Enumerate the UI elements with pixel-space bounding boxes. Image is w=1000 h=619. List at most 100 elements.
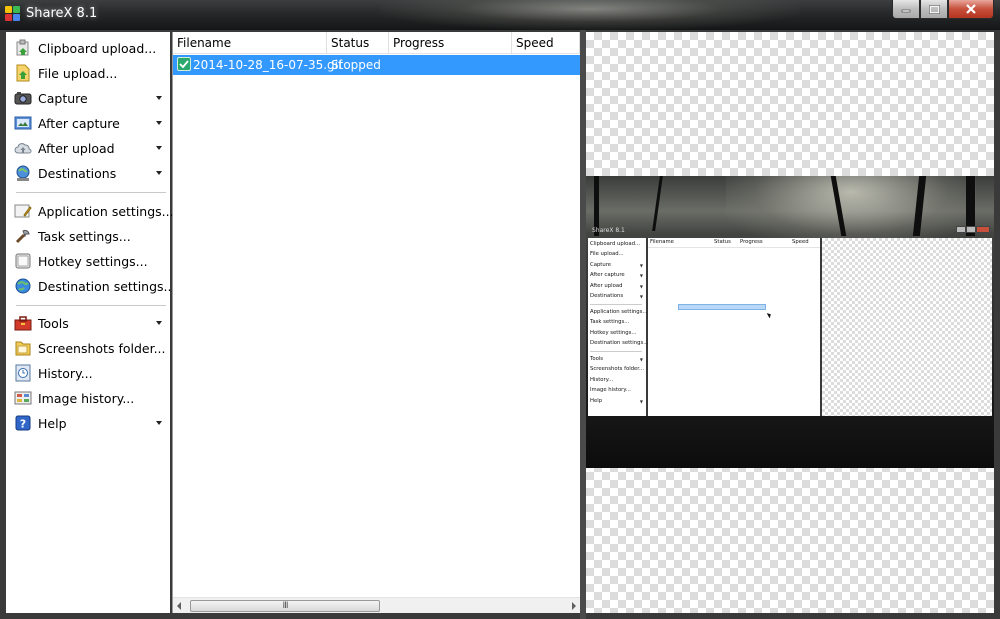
application-settings-icon	[14, 204, 32, 218]
sidebar-item-label: File upload...	[38, 65, 118, 81]
mini-menu-item: Capture	[590, 262, 612, 268]
mini-column-header: Speed	[792, 239, 809, 245]
chevron-down-icon	[156, 146, 162, 150]
mini-menu-item: Destinations	[590, 293, 624, 299]
column-header-speed[interactable]: Speed	[512, 32, 580, 54]
sidebar-item-label: Hotkey settings...	[38, 253, 148, 269]
sidebar-item-after-capture[interactable]: After capture	[10, 112, 166, 134]
menu-separator	[16, 192, 166, 193]
mini-menu-item: Destination settings...	[590, 340, 649, 346]
column-header-status[interactable]: Status	[327, 32, 389, 54]
sidebar-item-label: After capture	[38, 115, 120, 131]
column-header-filename[interactable]: Filename	[173, 32, 327, 54]
mini-preview	[822, 238, 992, 416]
sidebar-item-history[interactable]: History...	[10, 362, 166, 384]
close-button[interactable]	[948, 0, 994, 19]
sidebar-item-capture[interactable]: Capture	[10, 87, 166, 109]
minimize-button[interactable]	[892, 0, 920, 19]
sidebar-item-label: Task settings...	[38, 228, 131, 244]
window-title: ShareX 8.1	[26, 6, 98, 21]
mini-menu-item: Clipboard upload...	[590, 241, 641, 247]
history-icon	[15, 364, 31, 382]
mini-arrow-icon: ▼	[639, 263, 643, 268]
horizontal-scrollbar[interactable]: III	[173, 597, 580, 613]
sidebar-item-clipboard-upload[interactable]: Clipboard upload...	[10, 37, 166, 59]
mini-window: Clipboard upload... File upload... Captu…	[588, 238, 992, 416]
sidebar-item-destination-settings[interactable]: Destination settings...	[10, 275, 175, 297]
sidebar-item-application-settings[interactable]: Application settings...	[10, 200, 174, 222]
mini-arrow-icon: ▼	[639, 273, 643, 278]
sidebar-item-help[interactable]: ? Help	[10, 412, 166, 434]
mini-column-header: Progress	[740, 239, 763, 245]
title-bar: ShareX 8.1	[0, 0, 1000, 30]
sidebar-item-after-upload[interactable]: After upload	[10, 137, 166, 159]
sidebar-item-task-settings[interactable]: Task settings...	[10, 225, 166, 247]
mini-header-line	[648, 247, 820, 248]
wrench-icon	[15, 229, 30, 244]
sidebar-item-label: Clipboard upload...	[38, 40, 157, 56]
mini-title-bar: ShareX 8.1	[588, 226, 994, 238]
chevron-down-icon	[156, 171, 162, 175]
title-bar-background	[380, 0, 800, 30]
mini-task-list: Filename Status Progress Speed	[648, 238, 820, 416]
mini-menu-item: Hotkey settings...	[590, 330, 637, 336]
close-icon	[966, 4, 976, 14]
globe-icon	[15, 278, 31, 294]
chevron-down-icon	[156, 421, 162, 425]
mini-separator	[590, 304, 642, 305]
menu-separator	[16, 305, 166, 306]
mini-menu-item: Application settings...	[590, 309, 648, 315]
mini-menu-item: Screenshots folder...	[590, 366, 645, 372]
chevron-down-icon	[156, 121, 162, 125]
after-capture-icon	[14, 116, 32, 130]
mini-cursor-icon	[766, 311, 773, 319]
chevron-down-icon	[156, 321, 162, 325]
scroll-left-icon[interactable]	[177, 602, 181, 610]
mini-column-header: Filename	[650, 239, 674, 245]
minimize-icon	[901, 9, 911, 13]
folder-icon	[15, 341, 31, 356]
clipboard-icon	[16, 39, 29, 56]
window-controls	[892, 0, 994, 20]
sidebar-item-label: Screenshots folder...	[38, 340, 166, 356]
sidebar-item-hotkey-settings[interactable]: Hotkey settings...	[10, 250, 166, 272]
destinations-icon	[16, 165, 30, 181]
mini-menu-item: After capture	[590, 272, 625, 278]
help-icon: ?	[15, 415, 31, 431]
scrollbar-thumb[interactable]: III	[190, 600, 380, 612]
mini-sidebar: Clipboard upload... File upload... Captu…	[588, 238, 649, 416]
sidebar-item-label: Tools	[38, 315, 69, 331]
mini-menu-item: After upload	[590, 283, 623, 289]
chevron-down-icon	[156, 96, 162, 100]
column-header-progress[interactable]: Progress	[389, 32, 512, 54]
mini-menu-item: Task settings...	[590, 319, 630, 325]
mini-arrow-icon: ▼	[639, 294, 643, 299]
sidebar-item-screenshots-folder[interactable]: Screenshots folder...	[10, 337, 166, 359]
mini-column-header: Status	[714, 239, 731, 245]
sidebar-item-destinations[interactable]: Destinations	[10, 162, 166, 184]
task-list: Filename Status Progress Speed 2014-10-2…	[172, 32, 580, 613]
scroll-right-icon[interactable]	[572, 602, 576, 610]
sidebar-item-file-upload[interactable]: File upload...	[10, 62, 166, 84]
mini-menu-item: Tools	[590, 356, 604, 362]
maximize-button[interactable]	[920, 0, 948, 19]
sidebar-item-label: Image history...	[38, 390, 135, 406]
table-row[interactable]: 2014-10-28_16-07-35.gif Stopped	[173, 55, 580, 75]
sidebar-item-label: Destination settings...	[38, 278, 176, 294]
mini-menu-item: Image history...	[590, 387, 631, 393]
mini-menu-item: History...	[590, 377, 614, 383]
sidebar-item-image-history[interactable]: Image history...	[10, 387, 166, 409]
mini-arrow-icon: ▼	[639, 284, 643, 289]
sidebar-item-tools[interactable]: Tools	[10, 312, 166, 334]
file-upload-icon	[16, 64, 30, 82]
image-history-icon	[14, 391, 32, 405]
mini-arrow-icon: ▼	[639, 399, 643, 404]
image-preview: ShareX 8.1 Clipboard upload... File uplo…	[586, 32, 994, 613]
row-status: Stopped	[331, 58, 381, 72]
tree-silhouette	[652, 176, 663, 231]
toolbox-icon	[14, 316, 32, 331]
sidebar-item-label: Destinations	[38, 165, 117, 181]
keyboard-icon	[15, 253, 31, 269]
mini-window-title: ShareX 8.1	[592, 227, 625, 234]
mini-arrow-icon: ▼	[639, 357, 643, 362]
